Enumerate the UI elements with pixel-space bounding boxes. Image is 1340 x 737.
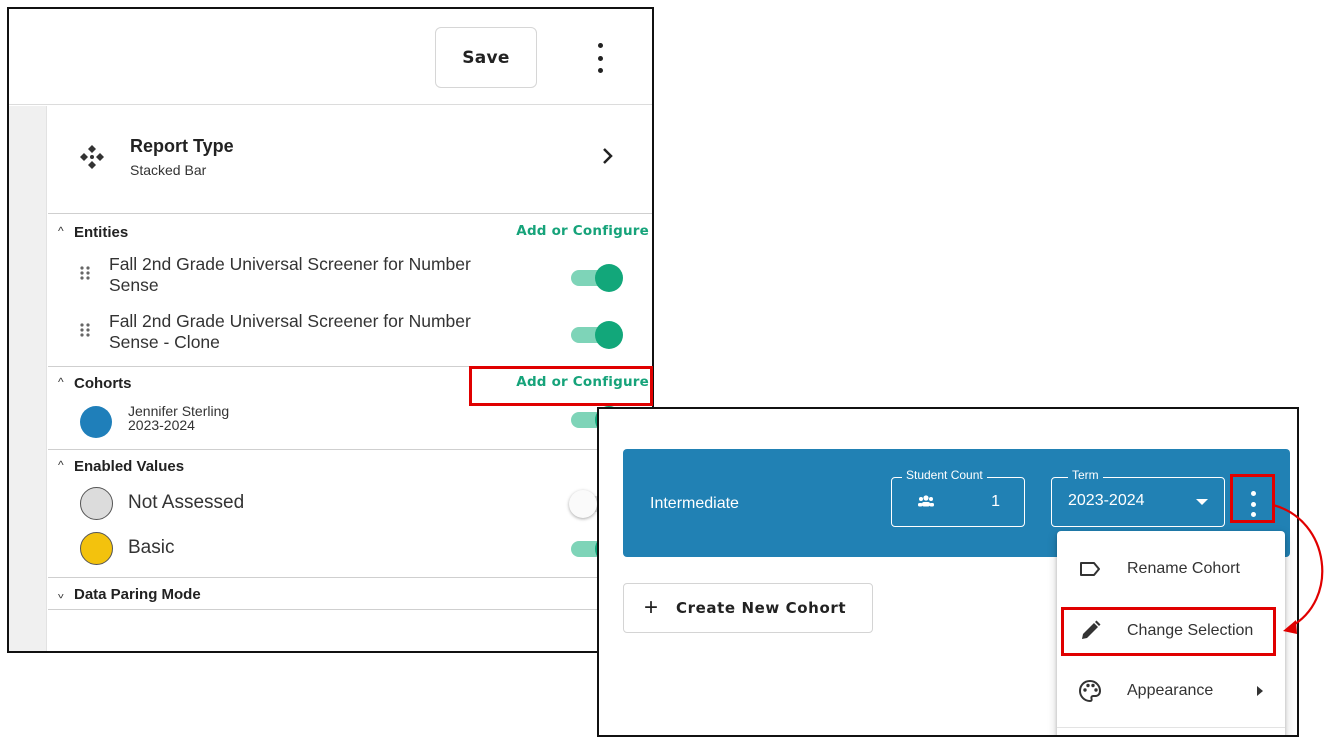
label-icon xyxy=(1080,562,1100,576)
value-row: Not Assessed xyxy=(48,484,652,522)
entities-add-configure-link[interactable]: Add or Configure xyxy=(516,223,649,239)
entity-row: Fall 2nd Grade Universal Screener for Nu… xyxy=(48,252,652,304)
cohort-card-name: Intermediate xyxy=(650,495,739,512)
drag-handle-icon[interactable] xyxy=(80,323,90,337)
entities-title: Entities xyxy=(74,224,129,241)
value-color-swatch[interactable] xyxy=(80,487,113,520)
student-count-value: 1 xyxy=(991,493,1000,510)
term-label: Term xyxy=(1068,468,1103,482)
panel-gutter xyxy=(9,106,47,651)
dropdown-arrow-icon xyxy=(1196,499,1208,505)
entity-row: Fall 2nd Grade Universal Screener for Nu… xyxy=(48,309,652,361)
term-value: 2023-2024 xyxy=(1068,492,1145,509)
report-type-value: Stacked Bar xyxy=(130,162,207,178)
cohort-row: Jennifer Sterling 2023-2024 xyxy=(48,402,652,442)
entity-label: Fall 2nd Grade Universal Screener for Nu… xyxy=(109,311,471,352)
entity-label: Fall 2nd Grade Universal Screener for Nu… xyxy=(109,254,471,295)
expand-caret-icon: ^ xyxy=(58,587,64,601)
collapse-caret-icon: ^ xyxy=(58,458,64,472)
cohort-term: 2023-2024 xyxy=(128,417,195,433)
menu-item-label: Appearance xyxy=(1127,682,1214,699)
collapse-caret-icon: ^ xyxy=(58,224,64,238)
student-count-label: Student Count xyxy=(902,468,987,482)
cohort-context-menu: Rename Cohort Change Selection Appearanc… xyxy=(1057,531,1285,735)
cohort-color-swatch xyxy=(80,406,112,438)
value-label: Basic xyxy=(128,537,175,558)
enabled-values-title: Enabled Values xyxy=(74,458,185,475)
palette-icon xyxy=(1078,679,1102,703)
more-vert-icon[interactable] xyxy=(591,43,609,73)
collapse-caret-icon: ^ xyxy=(58,375,64,389)
entities-section-header[interactable]: ^ Entities Add or Configure xyxy=(48,222,652,242)
divider xyxy=(48,577,652,578)
chevron-right-icon xyxy=(603,148,613,164)
submenu-arrow-icon xyxy=(1257,686,1263,696)
cohort-more-vert-icon[interactable] xyxy=(1248,491,1258,517)
plus-icon: + xyxy=(644,594,659,621)
create-new-cohort-label: Create New Cohort xyxy=(676,599,847,617)
cohorts-add-configure-link[interactable]: Add or Configure xyxy=(516,374,649,390)
report-type-title: Report Type xyxy=(130,136,234,156)
cohorts-section-header[interactable]: ^ Cohorts Add or Configure xyxy=(48,373,652,393)
panel-header: Save xyxy=(9,9,652,105)
students-icon xyxy=(918,495,934,507)
enabled-values-section-header[interactable]: ^ Enabled Values xyxy=(48,456,652,476)
cohort-editor-panel: Intermediate Student Count 1 Term 2023-2… xyxy=(597,407,1299,737)
entity-toggle[interactable] xyxy=(571,264,623,292)
entity-toggle[interactable] xyxy=(571,321,623,349)
report-type-selector[interactable]: Report Type Stacked Bar xyxy=(48,106,652,214)
divider xyxy=(48,449,652,450)
menu-item-rename-cohort[interactable]: Rename Cohort xyxy=(1057,541,1285,597)
save-button[interactable]: Save xyxy=(435,27,537,88)
menu-item-label: Rename Cohort xyxy=(1127,560,1240,577)
cohorts-title: Cohorts xyxy=(74,375,132,392)
student-count-field: Student Count 1 xyxy=(891,468,1025,527)
report-settings-panel: Save Report Type Stacked Bar ^ Entities … xyxy=(7,7,654,653)
menu-item-appearance[interactable]: Appearance xyxy=(1057,663,1285,719)
divider xyxy=(48,366,652,367)
menu-item-change-selection[interactable]: Change Selection xyxy=(1057,603,1285,659)
value-row: Basic xyxy=(48,529,652,567)
menu-divider xyxy=(1057,727,1285,728)
term-select[interactable]: Term 2023-2024 xyxy=(1051,468,1225,527)
report-type-icon xyxy=(80,145,104,169)
divider xyxy=(48,609,652,610)
drag-handle-icon[interactable] xyxy=(80,266,90,280)
data-paring-mode-section-header[interactable]: ^ Data Paring Mode xyxy=(48,584,652,604)
menu-item-label: Change Selection xyxy=(1127,622,1254,639)
create-new-cohort-button[interactable]: + Create New Cohort xyxy=(623,583,873,633)
pencil-icon xyxy=(1082,620,1101,639)
data-paring-mode-title: Data Paring Mode xyxy=(74,586,201,603)
value-color-swatch[interactable] xyxy=(80,532,113,565)
value-label: Not Assessed xyxy=(128,492,245,513)
